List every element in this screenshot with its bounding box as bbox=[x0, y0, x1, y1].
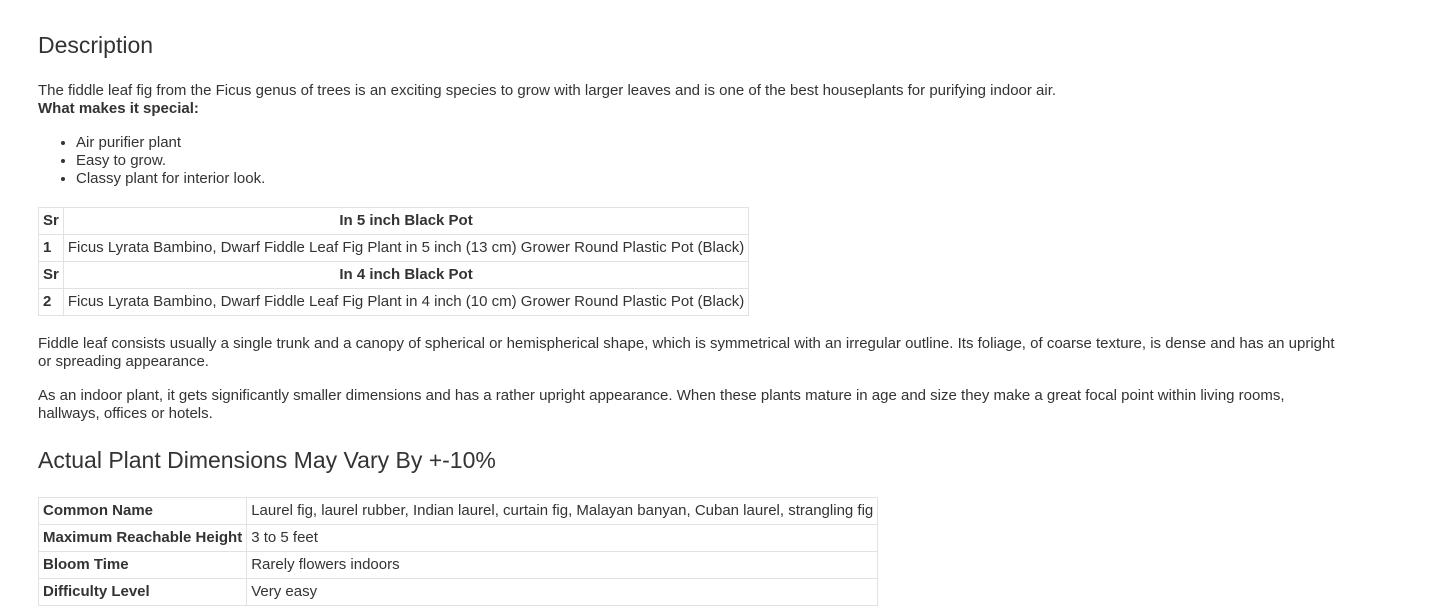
special-label: What makes it special: bbox=[38, 100, 199, 117]
detail-value: Laurel fig, laurel rubber, Indian laurel… bbox=[246, 497, 879, 525]
sr-number: 2 bbox=[38, 288, 64, 316]
description-paragraph: As an indoor plant, it gets significantl… bbox=[38, 387, 1285, 422]
features-list: Air purifier plant Easy to grow. Classy … bbox=[38, 134, 265, 188]
pot-header: In 4 inch Black Pot bbox=[62, 261, 750, 289]
feature-item: Easy to grow. bbox=[76, 152, 265, 170]
description-title: Description bbox=[38, 32, 154, 58]
pot-size-table: Sr In 5 inch Black Pot 1 Ficus Lyrata Ba… bbox=[38, 207, 750, 316]
detail-key: Common Name bbox=[37, 497, 248, 525]
table-row: 2 Ficus Lyrata Bambino, Dwarf Fiddle Lea… bbox=[38, 288, 750, 316]
feature-item: Classy plant for interior look. bbox=[76, 170, 265, 188]
detail-value: 3 to 5 feet bbox=[246, 524, 879, 552]
product-name: Ficus Lyrata Bambino, Dwarf Fiddle Leaf … bbox=[62, 288, 750, 316]
intro-text: The fiddle leaf fig from the Ficus genus… bbox=[38, 82, 1057, 99]
detail-value: Rarely flowers indoors bbox=[246, 551, 879, 579]
detail-value: Very easy bbox=[246, 578, 879, 606]
table-row: Maximum Reachable Height 3 to 5 feet bbox=[37, 524, 879, 552]
table-row: 1 Ficus Lyrata Bambino, Dwarf Fiddle Lea… bbox=[38, 234, 750, 262]
product-name: Ficus Lyrata Bambino, Dwarf Fiddle Leaf … bbox=[62, 234, 750, 262]
plant-details-table: Common Name Laurel fig, laurel rubber, I… bbox=[37, 497, 879, 606]
description-intro: The fiddle leaf fig from the Ficus genus… bbox=[38, 82, 1338, 118]
description-paragraph: Fiddle leaf consists usually a single tr… bbox=[38, 335, 1335, 370]
sr-header: Sr bbox=[38, 261, 64, 289]
dimensions-title: Actual Plant Dimensions May Vary By +-10… bbox=[38, 447, 496, 473]
table-row: Bloom Time Rarely flowers indoors bbox=[37, 551, 879, 579]
table-row: Difficulty Level Very easy bbox=[37, 578, 879, 606]
sr-number: 1 bbox=[38, 234, 64, 262]
detail-key: Bloom Time bbox=[37, 551, 248, 579]
table-header-row: Sr In 5 inch Black Pot bbox=[38, 207, 750, 235]
table-row: Common Name Laurel fig, laurel rubber, I… bbox=[37, 497, 879, 525]
detail-key: Maximum Reachable Height bbox=[37, 524, 248, 552]
table-header-row: Sr In 4 inch Black Pot bbox=[38, 261, 750, 289]
feature-item: Air purifier plant bbox=[76, 134, 265, 152]
pot-header: In 5 inch Black Pot bbox=[62, 207, 750, 235]
detail-key: Difficulty Level bbox=[37, 578, 248, 606]
sr-header: Sr bbox=[38, 207, 64, 235]
